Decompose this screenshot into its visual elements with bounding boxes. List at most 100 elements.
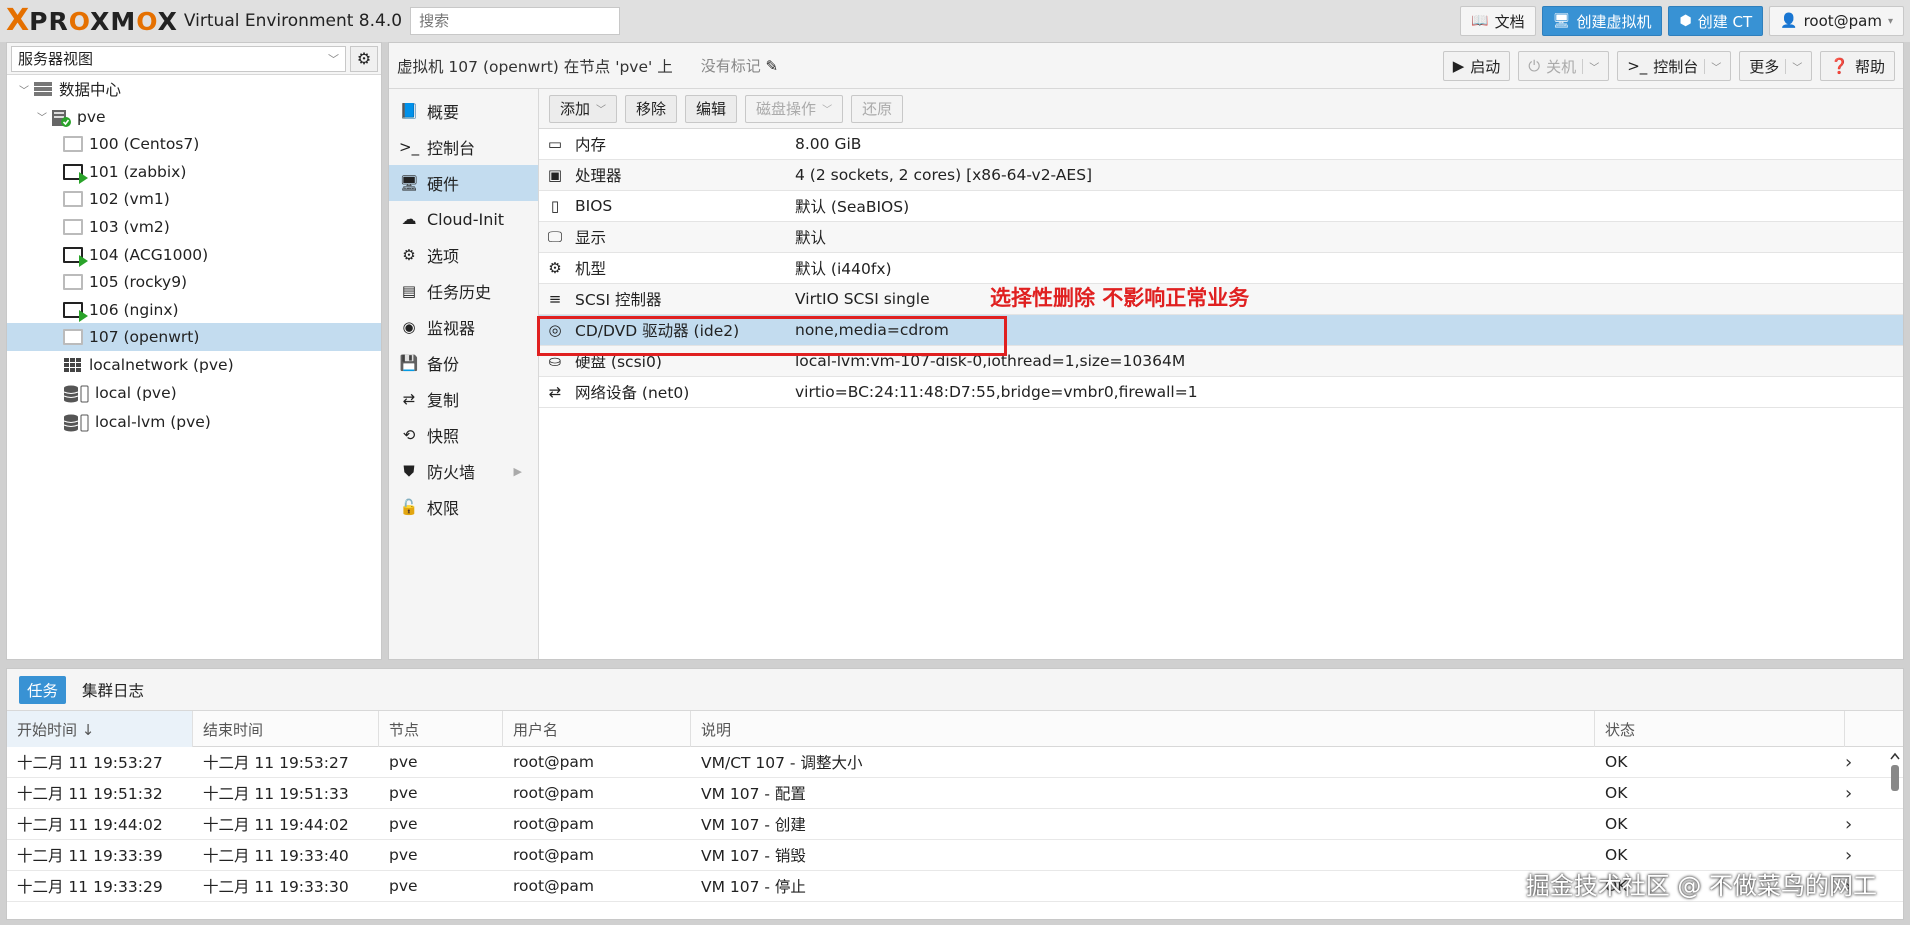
- nav-item[interactable]: >_ 控制台: [389, 129, 538, 165]
- desktop-icon: 🖵: [547, 228, 563, 246]
- create-vm-button[interactable]: 🖥 创建虚拟机: [1541, 6, 1663, 36]
- tree-node[interactable]: 107 (openwrt): [7, 323, 381, 352]
- tags-edit[interactable]: 没有标记 ✎: [701, 55, 778, 76]
- resource-tree-panel: 服务器视图 ﹀ ⚙ ﹀ 数据中心 ﹀ pve 100 (Centos7) 101 (zab…: [6, 42, 382, 660]
- hardware-row[interactable]: ⇄ 网络设备 (net0) virtio=BC:24:11:48:D7:55,bri…: [539, 377, 1903, 408]
- column-header[interactable]: 节点: [379, 711, 503, 747]
- table-cell: 十二月 11 19:44:02: [203, 816, 349, 834]
- hardware-row[interactable]: ▣ 处理器 4 (2 sockets, 2 cores) [x86-64-v2-AE…: [539, 160, 1903, 191]
- gear-icon[interactable]: ⚙: [350, 45, 378, 72]
- chevron-right-icon[interactable]: ›: [1845, 783, 1852, 804]
- list-icon: ▤: [401, 282, 417, 300]
- more-button[interactable]: 更多 ﹀: [1739, 51, 1813, 81]
- tree-node[interactable]: localnetwork (pve): [7, 351, 381, 379]
- nav-item[interactable]: 💾 备份: [389, 345, 538, 381]
- edit-button[interactable]: 编辑: [685, 94, 738, 123]
- revert-label: 还原: [862, 100, 893, 118]
- user-menu-button[interactable]: 👤 root@pam ▾: [1769, 6, 1904, 36]
- help-button[interactable]: ❓ 帮助: [1820, 51, 1895, 81]
- remove-button[interactable]: 移除: [625, 94, 678, 123]
- chevron-down-icon[interactable]: ﹀: [19, 82, 33, 97]
- user-icon: 👤: [1780, 13, 1798, 29]
- column-header[interactable]: 状态: [1595, 711, 1845, 747]
- server-icon: [33, 81, 53, 97]
- top-bar: X PROXMOX Virtual Environment 8.4.0 📖 文档…: [0, 0, 1910, 42]
- revert-button[interactable]: 还原: [851, 94, 904, 123]
- hardware-row[interactable]: 🖵 显示 默认: [539, 222, 1903, 253]
- table-cell: root@pam: [513, 846, 595, 864]
- tab-tasks[interactable]: 任务: [19, 675, 67, 704]
- nav-item[interactable]: ⛊ 防火墙 ▶: [389, 453, 538, 489]
- tab-cluster-log[interactable]: 集群日志: [74, 676, 152, 704]
- shutdown-button[interactable]: ⏻ 关机 ﹀: [1518, 51, 1610, 81]
- console-button[interactable]: >_ 控制台 ﹀: [1617, 51, 1732, 81]
- nav-item[interactable]: ⇄ 复制: [389, 381, 538, 417]
- column-header[interactable]: 用户名: [503, 711, 691, 747]
- nav-item[interactable]: 🔓 权限: [389, 489, 538, 525]
- tree-node[interactable]: 104 (ACG1000): [7, 241, 381, 269]
- column-header[interactable]: 结束时间: [193, 711, 379, 747]
- vm-icon: [63, 274, 83, 291]
- hardware-value: 默认 (i440fx): [795, 260, 892, 278]
- nav-item[interactable]: 🖥 硬件: [389, 165, 538, 201]
- nav-item-label: 快照: [427, 427, 460, 446]
- table-cell: 十二月 11 19:44:02: [17, 816, 163, 834]
- tree-node[interactable]: 106 (nginx): [7, 296, 381, 324]
- hardware-row[interactable]: ▯ BIOS 默认 (SeaBIOS): [539, 191, 1903, 222]
- table-row[interactable]: 十二月 11 19:53:27 十二月 11 19:53:27 pve root@pa…: [7, 747, 1903, 778]
- eye-icon: ◉: [402, 318, 416, 336]
- docs-label: 文档: [1494, 12, 1525, 31]
- chevron-down-icon[interactable]: ﹀: [37, 109, 51, 124]
- table-row[interactable]: 十二月 11 19:51:32 十二月 11 19:51:33 pve root@pa…: [7, 778, 1903, 809]
- add-label: 添加: [560, 100, 591, 118]
- tree-node[interactable]: 101 (zabbix): [7, 158, 381, 186]
- nav-item[interactable]: ◉ 监视器: [389, 309, 538, 345]
- hardware-value: 8.00 GiB: [795, 135, 862, 153]
- tree-node[interactable]: 100 (Centos7): [7, 130, 381, 158]
- chevron-right-icon: ▶: [513, 464, 522, 478]
- tree-node[interactable]: ﹀ pve: [7, 103, 381, 131]
- table-cell: 十二月 11 19:53:27: [17, 754, 163, 772]
- hardware-row[interactable]: ⚙ 机型 默认 (i440fx): [539, 253, 1903, 284]
- chevron-right-icon[interactable]: ›: [1845, 814, 1852, 835]
- tree-node[interactable]: 103 (vm2): [7, 213, 381, 241]
- search-input[interactable]: [410, 7, 621, 35]
- hardware-row[interactable]: ▭ 内存 8.00 GiB: [539, 129, 1903, 160]
- hardware-value: VirtIO SCSI single: [795, 290, 930, 308]
- proxmox-logo[interactable]: X PROXMOX: [6, 0, 178, 42]
- add-button[interactable]: 添加 ﹀: [549, 94, 618, 123]
- memory-icon: ▭: [547, 135, 563, 153]
- tree-node-label: 100 (Centos7): [89, 135, 200, 154]
- tree-node[interactable]: local (pve): [7, 379, 381, 407]
- create-ct-button[interactable]: ⬢ 创建 CT: [1668, 6, 1764, 36]
- nav-item-label: 复制: [427, 391, 460, 410]
- nav-item[interactable]: ⚙ 选项: [389, 237, 538, 273]
- highlight-box: [537, 316, 1007, 356]
- table-row[interactable]: 十二月 11 19:44:02 十二月 11 19:44:02 pve root@pa…: [7, 809, 1903, 840]
- chevron-right-icon[interactable]: ›: [1845, 845, 1852, 866]
- column-header[interactable]: 说明: [691, 711, 1595, 747]
- start-label: 启动: [1470, 57, 1501, 76]
- table-cell: OK: [1605, 815, 1628, 833]
- nav-item[interactable]: ☁ Cloud-Init: [389, 201, 538, 237]
- start-button[interactable]: ▶ 启动: [1442, 51, 1511, 81]
- storage-icon: [63, 414, 89, 432]
- view-select[interactable]: 服务器视图 ﹀: [11, 45, 346, 72]
- tree-node[interactable]: ﹀ 数据中心: [7, 75, 381, 103]
- tree-node[interactable]: 102 (vm1): [7, 185, 381, 213]
- nav-item-label: 备份: [427, 355, 460, 374]
- scrollbar[interactable]: [1889, 751, 1901, 911]
- chevron-down-icon: ﹀: [1704, 58, 1721, 74]
- chevron-right-icon[interactable]: ›: [1845, 752, 1852, 773]
- chevron-down-icon: ﹀: [1582, 58, 1599, 74]
- nav-item[interactable]: ▤ 任务历史: [389, 273, 538, 309]
- table-cell: OK: [1605, 784, 1628, 802]
- nav-item[interactable]: 📘 概要: [389, 93, 538, 129]
- disk-action-button[interactable]: 磁盘操作 ﹀: [745, 94, 844, 123]
- tree-node[interactable]: 105 (rocky9): [7, 268, 381, 296]
- nav-item-label: Cloud-Init: [427, 209, 505, 229]
- column-header[interactable]: 开始时间 ↓: [7, 711, 193, 747]
- docs-button[interactable]: 📖 文档: [1460, 6, 1536, 36]
- tree-node[interactable]: local-lvm (pve): [7, 408, 381, 436]
- nav-item[interactable]: ⟲ 快照: [389, 417, 538, 453]
